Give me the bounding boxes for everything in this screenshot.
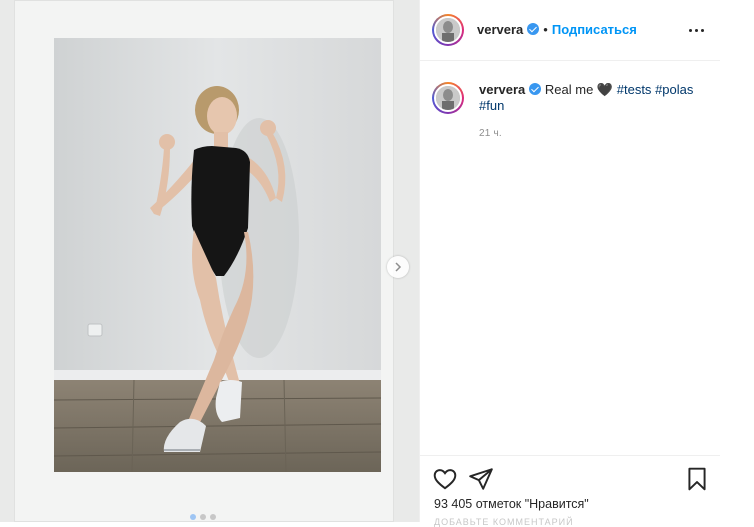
avatar-image — [434, 16, 462, 44]
carousel-dot-active — [190, 514, 196, 520]
heart-icon[interactable] — [432, 466, 458, 492]
caption-avatar[interactable] — [432, 82, 464, 114]
avatar[interactable] — [432, 14, 464, 46]
post-photo — [54, 38, 381, 472]
bookmark-icon[interactable] — [684, 466, 710, 492]
post-timestamp[interactable]: 21 ч. — [479, 128, 502, 139]
verified-badge-icon — [527, 23, 540, 35]
caption-username[interactable]: ververa — [479, 82, 525, 97]
photo-illustration — [54, 38, 381, 472]
carousel-indicator — [190, 514, 216, 520]
carousel-dot — [200, 514, 206, 520]
next-photo-button[interactable] — [387, 256, 409, 278]
polaroid-frame — [14, 0, 394, 522]
hashtag-link[interactable]: #fun — [479, 98, 504, 113]
more-dots-icon — [688, 28, 692, 32]
carousel-dot — [210, 514, 216, 520]
paper-plane-icon[interactable] — [468, 466, 494, 492]
hashtag-link[interactable]: #polas — [655, 82, 693, 97]
chevron-right-icon — [395, 262, 402, 272]
post-side-panel: ververa • Подписаться ververa Real me 🖤 #t… — [419, 0, 721, 527]
header-username[interactable]: ververa — [477, 22, 523, 37]
follow-button[interactable]: Подписаться — [552, 22, 637, 37]
post-media-panel — [0, 0, 419, 522]
header-user-line: ververa • Подписаться — [477, 21, 637, 39]
avatar-image — [434, 84, 462, 112]
hashtag-link[interactable]: #tests — [617, 82, 652, 97]
caption-text: Real me 🖤 — [544, 82, 614, 97]
post-caption: ververa Real me 🖤 #tests #polas #fun — [479, 82, 709, 114]
more-options-button[interactable] — [686, 20, 706, 40]
verified-badge-icon — [529, 83, 542, 95]
add-comment-hint: ДОБАВЬТЕ КОММЕНТАРИЙ — [434, 517, 574, 527]
post-header: ververa • Подписаться — [420, 0, 720, 61]
page-background — [720, 0, 754, 522]
likes-count[interactable]: 93 405 отметок "Нравится" — [434, 497, 589, 511]
post-actions-bar: 93 405 отметок "Нравится" ДОБАВЬТЕ КОММЕ… — [420, 455, 720, 527]
separator-bullet: • — [543, 22, 548, 37]
